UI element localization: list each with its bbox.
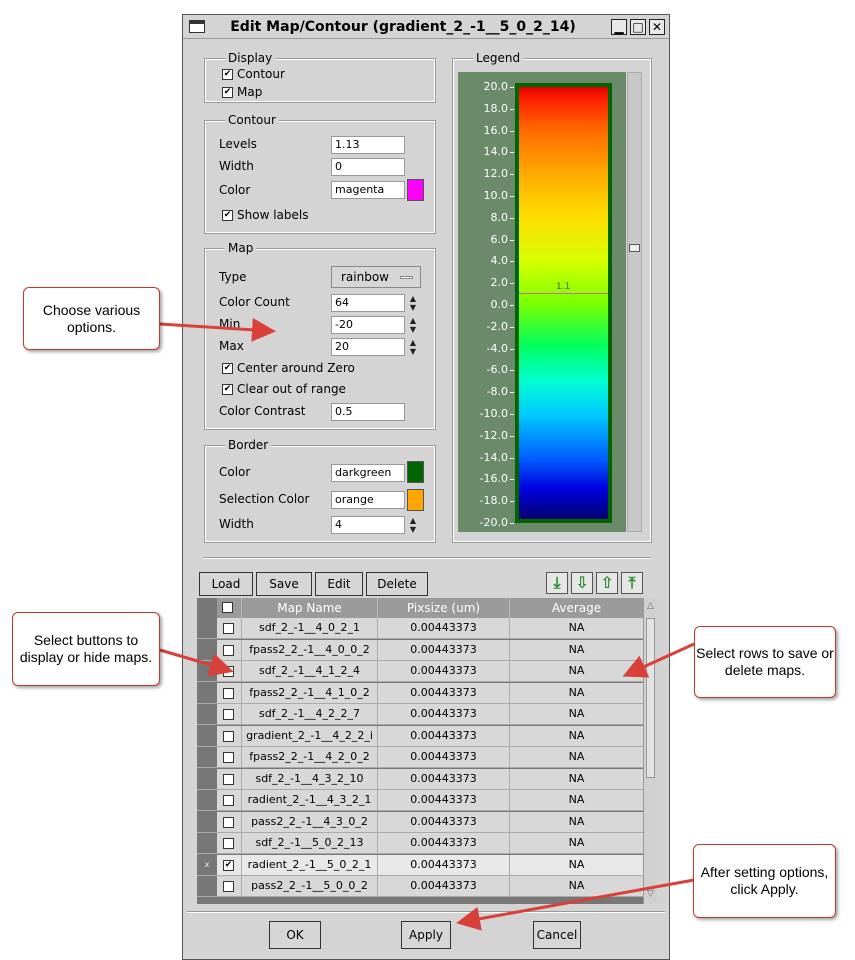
annotation-arrows: [159, 317, 695, 931]
arrow-options: [159, 317, 276, 342]
arrow-display-hide: [159, 648, 234, 677]
callout-options-text: Choose various options.: [42, 301, 141, 335]
callout-rows-text: Select rows to save or delete maps.: [696, 645, 834, 678]
callout-options: Choose various options.: [23, 287, 160, 350]
callout-display-hide: Select buttons to display or hide maps.: [12, 612, 160, 686]
arrow-rows: [622, 642, 695, 678]
callout-display-hide-text: Select buttons to display or hide maps.: [19, 632, 153, 665]
arrow-apply: [456, 878, 695, 931]
callout-apply: After setting options, click Apply.: [693, 844, 836, 918]
callout-apply-text: After setting options, click Apply.: [700, 864, 829, 897]
callout-rows: Select rows to save or delete maps.: [694, 626, 836, 698]
